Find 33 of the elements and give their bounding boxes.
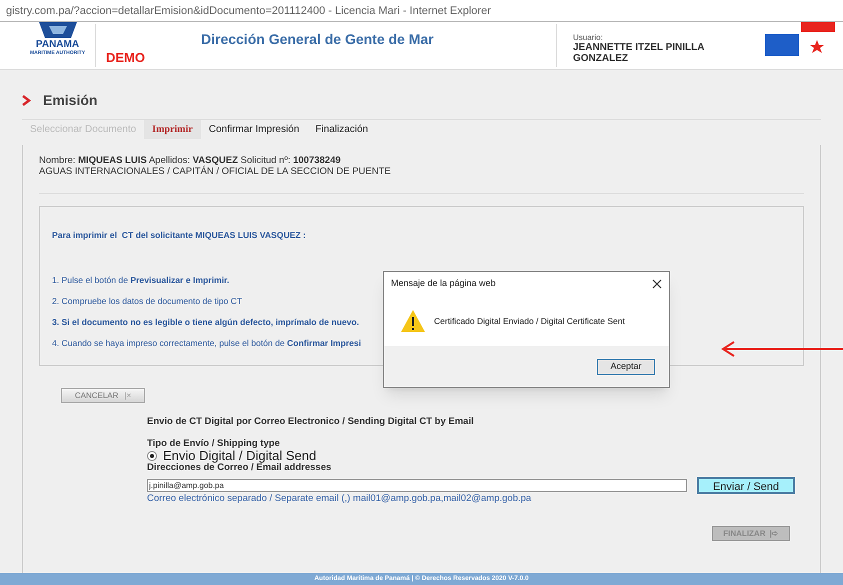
logo-text: PANAMA bbox=[36, 40, 80, 50]
accept-button[interactable]: Aceptar bbox=[597, 358, 655, 374]
instruction-step: 3. Si el documento no es legible o tiene algún defecto, imprímalo de nuevo. bbox=[52, 316, 360, 329]
instruction-step: 2. Compruebe los datos de documento de tipo CT bbox=[52, 294, 242, 308]
user-name: JEANNETTE ITZEL PINILLA GONZALEZ bbox=[573, 42, 706, 64]
email-field[interactable]: j.pinilla@amp.gob.pa bbox=[147, 479, 687, 492]
instruction-step: 1. Pulse el botón de Previsualizar e Imprimir. bbox=[52, 274, 230, 287]
instruction-step: 4. Cuando se haya impreso correctamente, pulse el botón de Confirmar Impresi bbox=[52, 336, 362, 350]
step-tab[interactable]: Finalización bbox=[307, 120, 376, 139]
window-title: gistry.com.pa/?accion=detallarEmision&idDocumento=201112400 - Licencia Mari - Internet Explorer bbox=[0, 0, 843, 22]
step-tab[interactable]: Confirmar Impresión bbox=[200, 120, 308, 139]
site-title: Dirección General de Gente de Mar bbox=[201, 31, 434, 47]
dialog-message: Certificado Digital Enviado / Digital Certificate Sent bbox=[434, 314, 625, 328]
close-icon[interactable] bbox=[652, 279, 662, 289]
instructions-heading: Para imprimir el CT del solicitante MIQUEAS LUIS VASQUEZ : bbox=[52, 229, 307, 242]
chevron-icon bbox=[22, 95, 31, 106]
arrow-icon bbox=[720, 340, 843, 358]
applicant-info: Nombre: MIQUEAS LUIS Apellidos: VASQUEZ Solicitud nº: 100738249 bbox=[39, 155, 342, 166]
user-label: Usuario: bbox=[573, 34, 604, 42]
shipping-type-label: Tipo de Envío / Shipping type bbox=[147, 439, 281, 450]
applicant-license: AGUAS INTERNACIONALES / CAPITÁN / OFICIAL DE LA SECCION DE PUENTE bbox=[39, 166, 392, 177]
cancel-button[interactable]: CANCELAR |× bbox=[61, 388, 145, 403]
page-title: Emisión bbox=[43, 91, 98, 110]
email-addresses-label: Direcciones de Correo / Email addresses bbox=[147, 462, 332, 474]
radio-button[interactable] bbox=[147, 450, 157, 461]
demo-label: DEMO bbox=[106, 48, 145, 66]
step-tab[interactable]: Imprimir bbox=[144, 120, 201, 139]
email-hint: Correo electrónico separado / Separate email (,) mail01@amp.gob.pa,mail02@amp.gob.pa bbox=[147, 494, 532, 504]
warning-icon bbox=[400, 309, 426, 333]
dialog-title: Mensaje de la página web bbox=[391, 277, 496, 290]
email-section-title: Envio de CT Digital por Correo Electronico / Sending Digital CT by Email bbox=[147, 415, 475, 429]
shipping-option[interactable]: Envio Digital / Digital Send bbox=[147, 449, 804, 462]
send-button[interactable]: Enviar / Send bbox=[697, 477, 795, 494]
